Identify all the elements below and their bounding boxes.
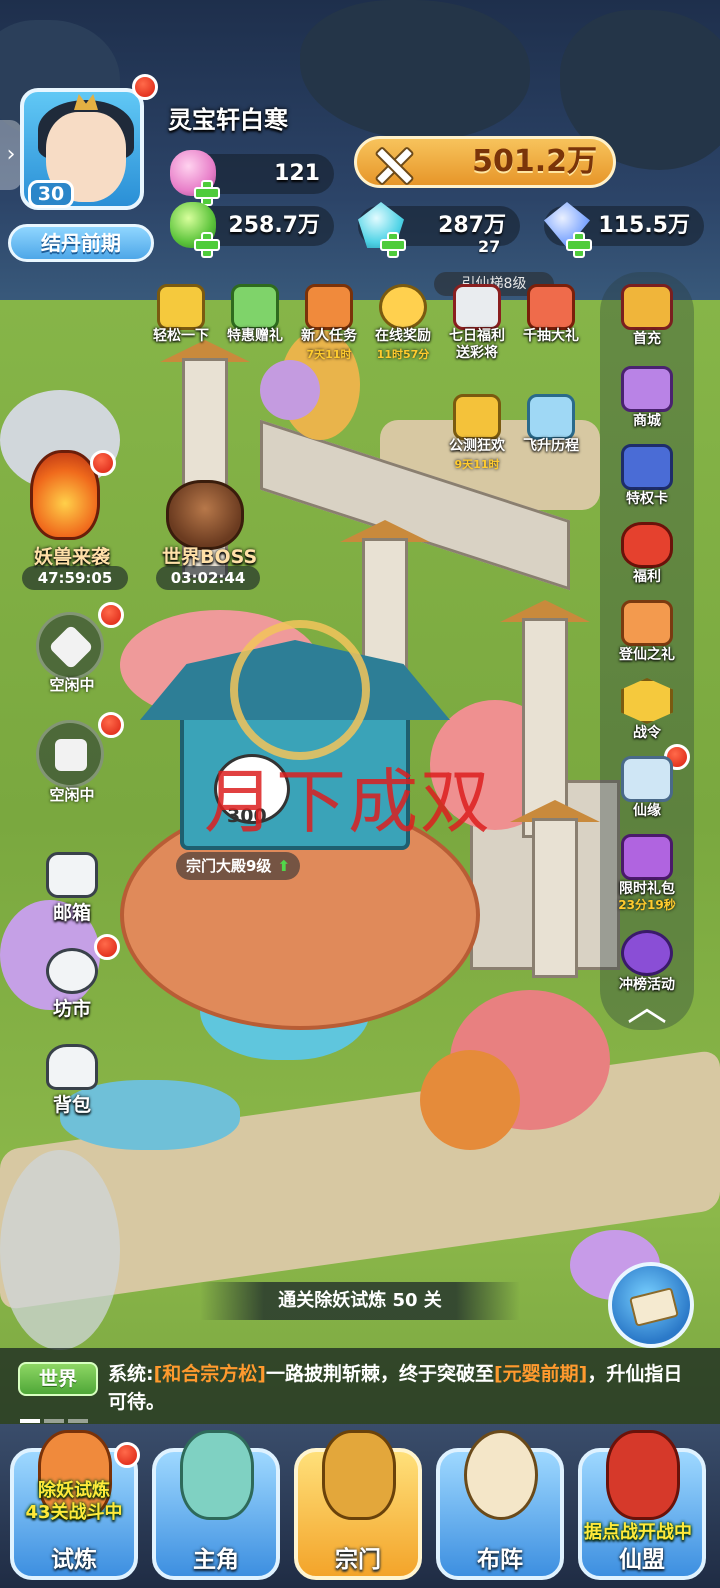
backpack-button[interactable]: 背包: [40, 1044, 104, 1116]
gift-box-icon: [231, 284, 279, 330]
player-level-badge: 30: [28, 180, 74, 208]
hammer-icon: [48, 624, 94, 670]
menu-limited-pack[interactable]: 限时礼包 23分19秒: [600, 832, 694, 912]
nav-sect[interactable]: 宗门: [288, 1430, 428, 1586]
nav-formation[interactable]: 布阵: [430, 1430, 570, 1586]
chat-bar[interactable]: 世界 系统:[和合宗方松]一路披荆斩棘，终于突破至[元婴前期]，升仙指日可待。: [0, 1348, 720, 1424]
bag-icon: [46, 1044, 98, 1090]
green-jade-bar: 258.7万: [170, 202, 334, 258]
treasure-box-icon: [621, 284, 673, 330]
watermark-text: 月下成双: [204, 761, 492, 843]
dragon-orb-icon: [621, 930, 673, 976]
event-open-test-carnival[interactable]: 公测狂欢 9天11时: [442, 394, 512, 474]
idle-slot-1-notification-dot: [98, 602, 124, 628]
event-special-gift[interactable]: 特惠赠礼: [220, 284, 290, 364]
blue-gem-bar: 115.5万: [544, 202, 704, 258]
stamina-value: 121: [274, 161, 320, 186]
crossed-swords-icon: [371, 143, 413, 185]
event-thousand-draws[interactable]: 千抽大礼: [516, 284, 586, 364]
chat-message: 系统:[和合宗方松]一路披荆斩棘，终于突破至[元婴前期]，升仙指日可待。: [108, 1363, 683, 1413]
chat-channel-tag[interactable]: 世界: [18, 1362, 98, 1396]
cyan-crystal-badge: 27: [478, 237, 501, 256]
world-boss-icon[interactable]: [166, 480, 244, 550]
realm-badge[interactable]: 结丹前期: [8, 224, 154, 262]
menu-welfare[interactable]: 福利: [600, 520, 694, 592]
add-stamina-button[interactable]: [194, 180, 220, 206]
stopwatch-icon: [379, 284, 427, 330]
chat-page-indicator: [20, 1408, 100, 1423]
upgrade-arrow-icon: ⬆: [277, 857, 291, 875]
idle-slot-1[interactable]: [36, 612, 104, 680]
event-newbie-tasks[interactable]: 新人任务 7天11时: [294, 284, 364, 364]
nav-hero[interactable]: 主角: [146, 1430, 286, 1586]
market-button[interactable]: 坊市: [40, 948, 104, 1020]
menu-first-recharge[interactable]: 首充: [600, 282, 694, 354]
menu-battle-pass[interactable]: 战令: [600, 676, 694, 748]
quest-book-button[interactable]: [608, 1262, 694, 1348]
gift-pack-icon: [621, 600, 673, 646]
envelope-icon: [46, 852, 98, 898]
event-seven-day-welfare[interactable]: 七日福利 送彩将: [442, 284, 512, 364]
idle-slot-2-label: 空闲中: [49, 786, 95, 804]
sect-hall-level-label[interactable]: 宗门大殿9级 ⬆: [176, 852, 301, 880]
alliance-banner-icon: [606, 1430, 680, 1520]
event-ascension-journey[interactable]: 飞升历程: [516, 394, 586, 474]
purple-gift-icon: [621, 834, 673, 880]
add-blue-gem-button[interactable]: [566, 232, 592, 258]
market-notification-dot: [94, 934, 120, 960]
idle-slot-1-label: 空闲中: [49, 676, 95, 694]
combat-power-bar[interactable]: 501.2万: [354, 136, 616, 188]
player-name: 灵宝轩白寒: [168, 106, 288, 134]
idle-slot-2[interactable]: [36, 720, 104, 788]
open-book-icon: [629, 1287, 679, 1327]
gold-ingot-icon: [453, 394, 501, 440]
add-green-jade-button[interactable]: [194, 232, 220, 258]
blue-gem-value: 115.5万: [598, 213, 690, 238]
market-stall-icon: [46, 948, 98, 994]
avatar-notification-dot: [132, 74, 158, 100]
idle-slot-2-notification-dot: [98, 712, 124, 738]
quest-banner[interactable]: 通关除妖试炼 50 关: [200, 1282, 520, 1320]
menu-immortal-fate[interactable]: 仙缘: [600, 754, 694, 826]
treasure-chest-icon: [527, 284, 575, 330]
event-relax[interactable]: 轻松一下: [146, 284, 216, 364]
world-boss-timer: 03:02:44: [156, 566, 260, 590]
mountain-icon: [621, 756, 673, 802]
monster-invasion-timer: 47:59:05: [22, 566, 128, 590]
combat-power-value: 501.2万: [472, 144, 597, 179]
monster-notification-dot: [90, 450, 116, 476]
menu-shop[interactable]: 商城: [600, 364, 694, 436]
world-boss-label: 世界BOSS: [162, 546, 258, 568]
mailbox-button[interactable]: 邮箱: [40, 852, 104, 924]
green-jade-value: 258.7万: [228, 213, 320, 238]
menu-privilege-card[interactable]: 特权卡: [600, 442, 694, 514]
gamepad-icon: [157, 284, 205, 330]
calendar-icon: [453, 284, 501, 330]
expand-side-arrow[interactable]: ›: [0, 120, 22, 190]
red-pouch-icon: [621, 522, 673, 568]
collapse-menu-chevron-icon[interactable]: ︿: [614, 982, 680, 1032]
nav-trial-notification-dot: [114, 1442, 140, 1468]
scroll-icon: [305, 284, 353, 330]
incense-burner-icon: [322, 1430, 396, 1520]
add-cyan-crystal-button[interactable]: [380, 232, 406, 258]
menu-immortal-gift[interactable]: 登仙之礼: [600, 598, 694, 670]
map-scroll-icon: [55, 739, 87, 771]
battle-pass-emblem-icon: [621, 678, 673, 724]
star-card-icon: [621, 444, 673, 490]
ice-crystal-icon: [527, 394, 575, 440]
yin-yang-icon: [464, 1430, 538, 1520]
meditating-hero-icon: [180, 1430, 254, 1520]
nav-alliance[interactable]: 据点战开战中 仙盟: [572, 1430, 712, 1586]
monster-invasion-label: 妖兽来袭: [34, 546, 111, 568]
stamina-bar: 121: [170, 150, 334, 206]
event-online-reward[interactable]: 在线奖励 11时57分: [368, 284, 438, 364]
shop-gift-icon: [621, 366, 673, 412]
nav-trial-promo: 除妖试炼 43关战斗中: [25, 1480, 123, 1523]
